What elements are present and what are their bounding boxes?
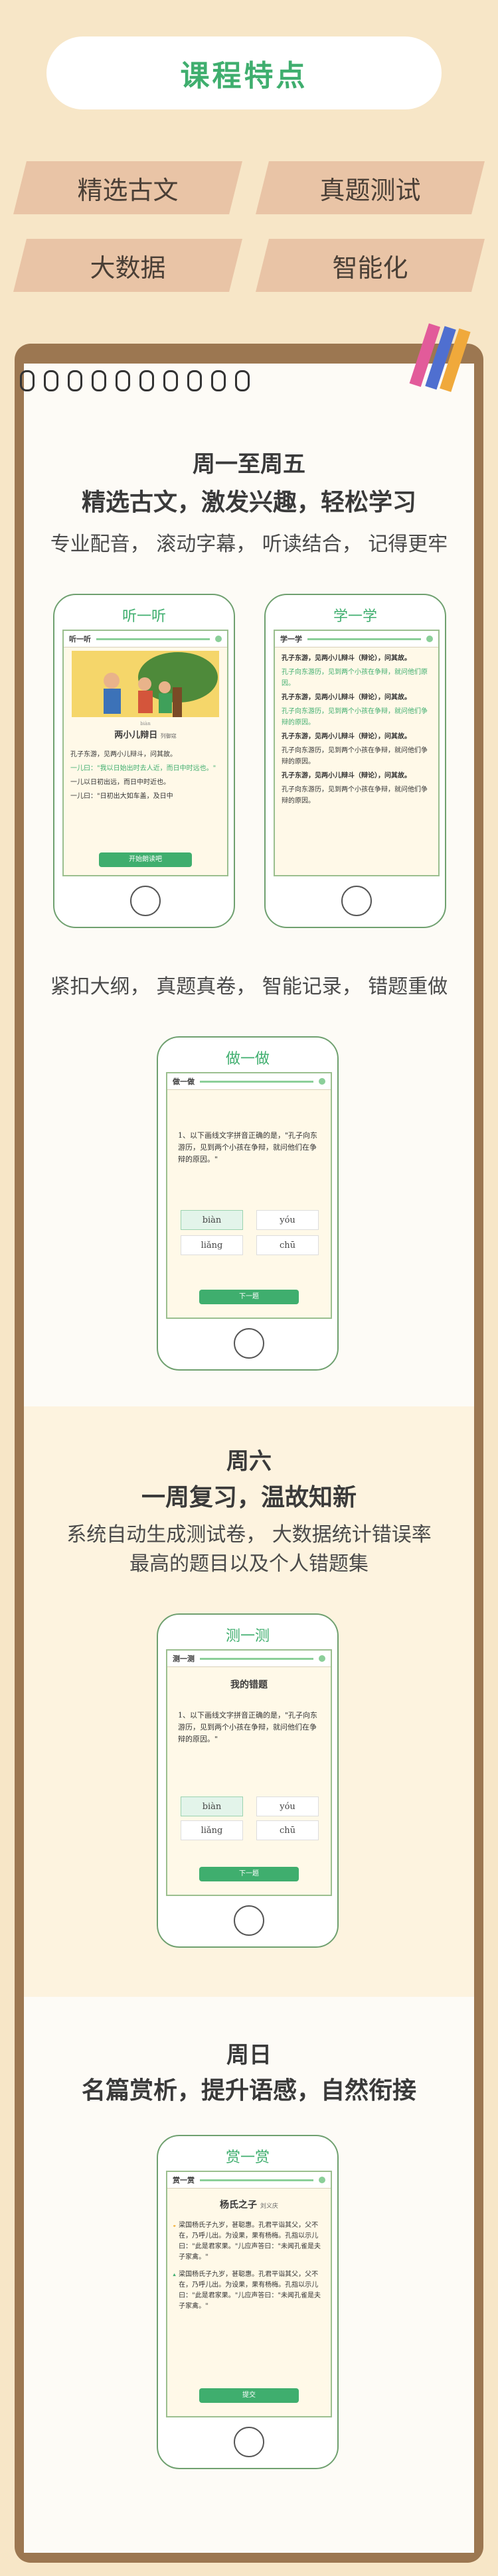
practice-screen-header: 做一做 [167, 1073, 331, 1090]
speaker-icon[interactable] [426, 636, 433, 642]
learn-screen-header: 学一学 [275, 631, 438, 647]
learn-translation: 孔子向东游历，见到两个小孩在争辩，就问他们争辩的原因。 [282, 786, 428, 805]
option-c[interactable]: liǎng [181, 1235, 243, 1255]
story-line: 一儿曰："日初出大如车盖，及日中 [70, 793, 173, 800]
option-a[interactable]: biàn [181, 1796, 243, 1816]
next-question-button[interactable]: 下一题 [199, 1290, 299, 1304]
enjoy-screen: 赏一赏 杨氏之子 刘义庆 梁国杨氏子九岁，甚聪惠。孔君平诣其父，父不在，乃呼儿出… [166, 2171, 332, 2417]
binder-rings [20, 370, 250, 391]
test-phone-title: 测一测 [225, 1628, 270, 1645]
option-c[interactable]: liǎng [181, 1820, 243, 1840]
saturday-subtitle: 一周复习，温故知新 [141, 1483, 357, 1511]
listen-screen: 听一听 biàn 两小儿辩日 列御寇 孔子东游，见两小儿辩斗，问其故。 一儿曰：… [62, 630, 228, 876]
test-screen-header: 测一测 [167, 1651, 331, 1667]
tag-intelligent: 智能化 [262, 239, 478, 292]
learn-phone: 学一学 学一学 孔子东游，见两小儿辩斗（辩论），问其故。 孔子向东游历，见到两个… [264, 594, 446, 928]
header-pill: 课程特点 [46, 36, 442, 109]
speaker-icon[interactable] [319, 1078, 325, 1085]
story-illustration [72, 651, 219, 717]
learn-line: 孔子东游，见两小儿辩斗（辩论），问其故。 [282, 772, 411, 780]
enjoy-phone: 赏一赏 赏一赏 杨氏之子 刘义庆 梁国杨氏子九岁，甚聪惠。孔君平诣其父，父不在，… [157, 2135, 339, 2469]
tag-selected-classics: 精选古文 [20, 161, 236, 214]
practice-phone: 做一做 做一做 1、以下画线文字拼音正确的是，"孔子向东游历，见到两个小孩在争辩… [157, 1036, 339, 1371]
listen-screen-header: 听一听 [64, 631, 227, 647]
option-b[interactable]: yóu [256, 1210, 319, 1230]
story-line: 一儿以日初出远，而日中时近也。 [70, 779, 170, 786]
learn-translation: 孔子向东游历，见到两个小孩在争辩，就问他们争辩的原因。 [282, 747, 428, 766]
weekday-subtitle: 精选古文，激发兴趣，轻松学习 [81, 488, 416, 516]
saturday-desc-line2: 最高的题目以及个人错题集 [129, 1552, 369, 1576]
pencils-icon [409, 323, 471, 392]
pinyin-hint: biàn [140, 721, 151, 726]
option-d[interactable]: chū [256, 1820, 319, 1840]
enjoy-paragraph-2: 梁国杨氏子九岁，甚聪惠。孔君平诣其父，父不在，乃呼儿出。为设果，果有杨梅。孔指以… [167, 2270, 331, 2312]
learn-line: 孔子东游，见两小儿辩斗（辩论），问其故。 [282, 733, 411, 740]
test-phone: 测一测 测一测 我的错题 1、以下画线文字拼音正确的是，"孔子向东游历，见到两个… [157, 1613, 339, 1948]
submit-button[interactable]: 提交 [199, 2388, 299, 2403]
sunday-title: 周日 [226, 2042, 272, 2068]
mistakes-heading: 我的错题 [230, 1680, 268, 1690]
saturday-title: 周六 [226, 1448, 272, 1475]
saturday-desc-line1: 系统自动生成测试卷， 大数据统计错误率 [66, 1523, 432, 1546]
enjoy-story-heading: 杨氏之子 刘义庆 [220, 2200, 278, 2210]
learn-phone-title: 学一学 [333, 608, 377, 625]
home-button[interactable] [234, 1328, 264, 1359]
speaker-icon[interactable] [319, 2177, 325, 2183]
listen-phone-title: 听一听 [122, 608, 166, 625]
listen-phone: 听一听 听一听 biàn 两小儿辩日 列御寇 孔子东游，见两小儿辩斗，问其故。 … [53, 594, 235, 928]
test-question: 1、以下画线文字拼音正确的是，"孔子向东游历，见到两个小孩在争辩，就问他们在争辩… [178, 1711, 318, 1743]
option-a[interactable]: biàn [181, 1210, 243, 1230]
test-screen: 测一测 我的错题 1、以下画线文字拼音正确的是，"孔子向东游历，见到两个小孩在争… [166, 1649, 332, 1896]
option-b[interactable]: yóu [256, 1796, 319, 1816]
practice-question: 1、以下画线文字拼音正确的是，"孔子向东游历，见到两个小孩在争辩，就问他们在争辩… [178, 1131, 318, 1164]
weekday-title: 周一至周五 [193, 451, 305, 478]
speaker-icon[interactable] [319, 1655, 325, 1662]
home-button[interactable] [234, 2427, 264, 2457]
learn-translation: 孔子向东游历，见到两个小孩在争辩，就问他们原因。 [282, 669, 428, 687]
learn-line: 孔子东游，见两小儿辩斗（辩论），问其故。 [282, 655, 411, 662]
practice-phone-title: 做一做 [225, 1051, 270, 1067]
story-lines: 孔子东游，见两小儿辩斗，问其故。 一儿曰："我以日始出时去人近，而日中时远也。"… [64, 748, 227, 803]
speaker-icon[interactable] [215, 636, 222, 642]
sunday-subtitle: 名篇赏析，提升语感，自然衔接 [81, 2076, 416, 2104]
story-line: 孔子东游，见两小儿辩斗，问其故。 [70, 751, 177, 758]
page-title: 课程特点 [180, 59, 308, 93]
practice-screen: 做一做 1、以下画线文字拼音正确的是，"孔子向东游历，见到两个小孩在争辩，就问他… [166, 1072, 332, 1319]
next-question-button[interactable]: 下一题 [199, 1867, 299, 1881]
learn-lines: 孔子东游，见两小儿辩斗（辩论），问其故。 孔子向东游历，见到两个小孩在争辩，就问… [275, 647, 438, 808]
home-button[interactable] [130, 886, 161, 916]
home-button[interactable] [341, 886, 372, 916]
enjoy-screen-header: 赏一赏 [167, 2172, 331, 2189]
learn-screen: 学一学 孔子东游，见两小儿辩斗（辩论），问其故。 孔子向东游历，见到两个小孩在争… [274, 630, 440, 876]
start-reading-button[interactable]: 开始朗读吧 [99, 852, 192, 867]
story-heading: 两小儿辩日 列御寇 [114, 730, 177, 740]
home-button[interactable] [234, 1905, 264, 1936]
learn-translation: 孔子向东游历，见到两个小孩在争辩，就问他们争辩的原因。 [282, 708, 428, 726]
weekday-desc: 专业配音， 滚动字幕， 听读结合， 记得更牢 [50, 533, 448, 556]
enjoy-phone-title: 赏一赏 [225, 2149, 270, 2166]
option-d[interactable]: chū [256, 1235, 319, 1255]
tag-big-data: 大数据 [20, 239, 236, 292]
learn-line: 孔子东游，见两小儿辩斗（辩论），问其故。 [282, 694, 411, 701]
tag-exam-test: 真题测试 [262, 161, 478, 214]
enjoy-paragraph-1: 梁国杨氏子九岁，甚聪惠。孔君平诣其父，父不在，乃呼儿出。为设果，果有杨梅。孔指以… [167, 2220, 331, 2263]
story-line-highlight: 一儿曰："我以日始出时去人近，而日中时远也。" [70, 765, 216, 772]
weekday-desc-2: 紧扣大纲， 真题真卷， 智能记录， 错题重做 [50, 975, 448, 998]
